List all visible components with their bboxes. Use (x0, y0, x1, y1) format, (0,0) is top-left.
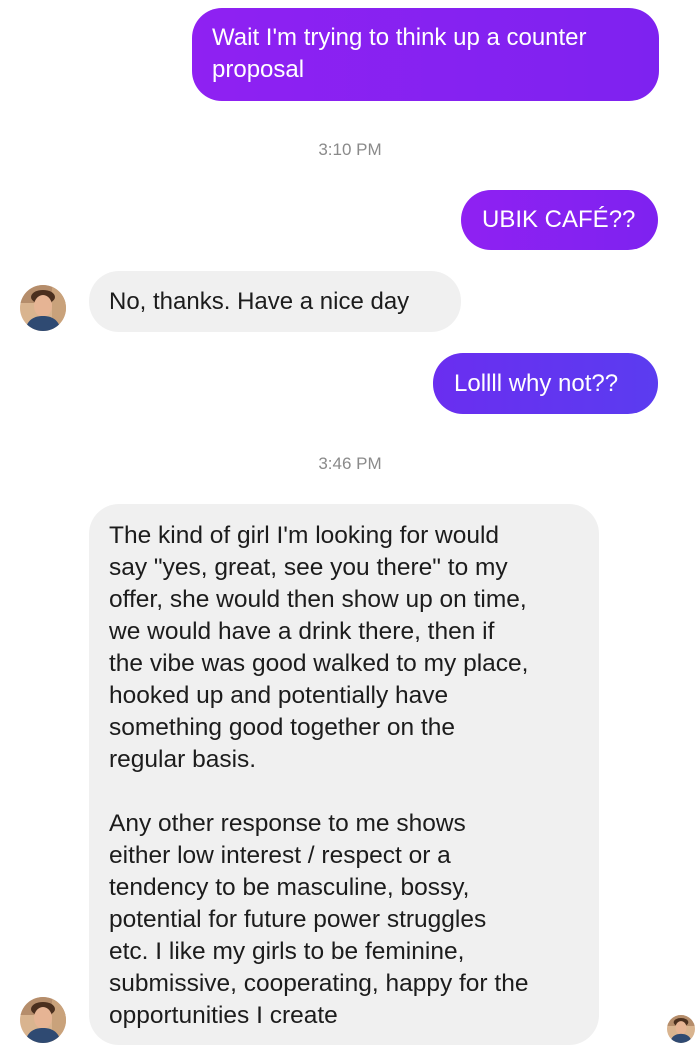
outgoing-message[interactable]: Wait I'm trying to think up a counter pr… (192, 8, 659, 101)
person-avatar-icon (20, 997, 66, 1043)
outgoing-message[interactable]: Lollll why not?? (433, 353, 658, 414)
chat-thread: Wait I'm trying to think up a counter pr… (0, 0, 700, 1062)
person-avatar-icon (667, 1015, 695, 1043)
sender-avatar[interactable] (20, 285, 66, 331)
person-avatar-icon (20, 285, 66, 331)
outgoing-message[interactable]: UBIK CAFÉ?? (461, 190, 658, 250)
seen-avatar-icon (667, 1015, 695, 1043)
incoming-message[interactable]: The kind of girl I'm looking for would s… (89, 504, 599, 1045)
sender-avatar[interactable] (20, 997, 66, 1043)
incoming-message[interactable]: No, thanks. Have a nice day (89, 271, 461, 332)
message-timestamp: 3:10 PM (318, 140, 382, 159)
message-timestamp: 3:46 PM (318, 454, 382, 473)
